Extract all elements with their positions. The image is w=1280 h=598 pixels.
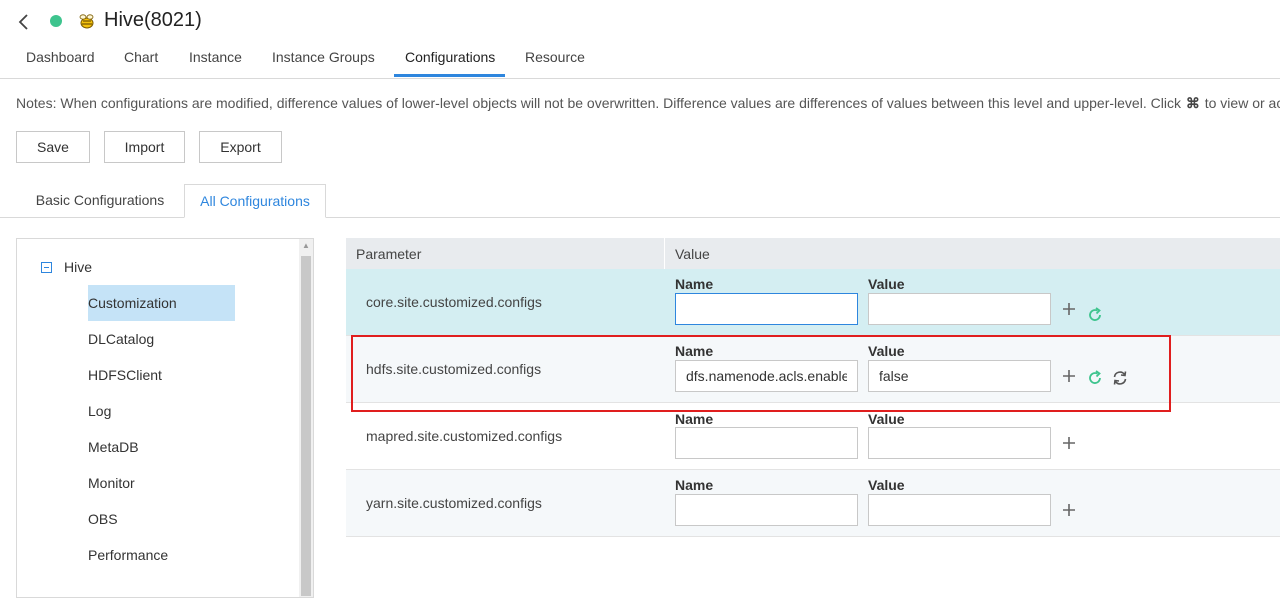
name-label: Name <box>675 276 714 292</box>
service-title: Hive(8021) <box>104 9 202 31</box>
tab-basic-configurations[interactable]: Basic Configurations <box>16 184 184 217</box>
parameter-name: core.site.customized.configs <box>366 294 542 310</box>
tree-item-label: Log <box>88 403 112 419</box>
tree-item-label: MetaDB <box>88 439 139 455</box>
save-button[interactable]: Save <box>16 131 90 163</box>
sync-icon[interactable] <box>1110 368 1130 388</box>
name-label: Name <box>675 343 714 359</box>
tree-item-hdfsclient[interactable]: HDFSClient <box>88 357 235 393</box>
col-value: Value <box>675 246 710 262</box>
value-label: Value <box>868 477 905 493</box>
parameter-name: hdfs.site.customized.configs <box>366 361 542 377</box>
top-nav: Dashboard Chart Instance Instance Groups… <box>0 40 1280 79</box>
tree-item-label: Monitor <box>88 475 135 491</box>
tree-item-dlcatalog[interactable]: DLCatalog <box>88 321 235 357</box>
value-input[interactable] <box>868 360 1051 392</box>
table-row: core.site.customized.configs Name Value <box>346 269 1280 336</box>
value-input[interactable] <box>868 494 1051 526</box>
tree-item-label: OBS <box>88 511 118 527</box>
add-icon[interactable] <box>1059 299 1079 319</box>
value-label: Value <box>868 276 905 292</box>
notes-after: to view or ac <box>1200 95 1280 111</box>
active-tab-indicator <box>394 74 505 77</box>
table-row: hdfs.site.customized.configs Name Value <box>346 336 1280 403</box>
import-button[interactable]: Import <box>104 131 185 163</box>
diff-view-icon[interactable]: ⌘ <box>1185 95 1201 112</box>
col-parameter: Parameter <box>356 246 422 262</box>
config-table: Parameter Value core.site.customized.con… <box>346 238 1280 538</box>
status-dot <box>50 15 62 27</box>
notes-text: Notes: When configurations are modified,… <box>16 95 1280 112</box>
parameter-name: yarn.site.customized.configs <box>366 495 542 511</box>
name-input[interactable] <box>675 293 858 325</box>
tab-instance-groups[interactable]: Instance Groups <box>272 49 375 65</box>
refresh-icon[interactable] <box>1085 368 1105 388</box>
name-input[interactable] <box>675 427 858 459</box>
tab-all-configurations[interactable]: All Configurations <box>184 184 326 218</box>
tree-root-hive[interactable]: Hive <box>64 259 92 275</box>
tree-item-customization[interactable]: Customization <box>88 285 235 321</box>
export-button[interactable]: Export <box>199 131 282 163</box>
tab-chart[interactable]: Chart <box>124 49 158 65</box>
value-input[interactable] <box>868 427 1051 459</box>
column-divider <box>664 238 665 269</box>
scroll-up-icon[interactable]: ▲ <box>302 241 310 250</box>
tree-item-label: Customization <box>88 295 177 311</box>
add-icon[interactable] <box>1059 500 1079 520</box>
name-input[interactable] <box>675 494 858 526</box>
tree-item-label: DLCatalog <box>88 331 155 347</box>
tab-instance[interactable]: Instance <box>189 49 242 65</box>
scrollbar-thumb[interactable] <box>301 256 311 596</box>
add-icon[interactable] <box>1059 366 1079 386</box>
tree-item-monitor[interactable]: Monitor <box>88 465 235 501</box>
config-tree: Hive Customization DLCatalog HDFSClient … <box>16 238 314 598</box>
tree-item-obs[interactable]: OBS <box>88 501 235 537</box>
tree-scrollbar[interactable]: ▲ <box>299 239 313 597</box>
tree-item-label: HDFSClient <box>88 367 162 383</box>
back-icon[interactable] <box>14 12 34 32</box>
add-icon[interactable] <box>1059 433 1079 453</box>
tree-item-metadb[interactable]: MetaDB <box>88 429 235 465</box>
notes-before: Notes: When configurations are modified,… <box>16 95 1185 111</box>
name-input[interactable] <box>675 360 858 392</box>
tree-item-performance[interactable]: Performance <box>88 537 235 573</box>
table-header: Parameter Value <box>346 238 1280 269</box>
tab-resource[interactable]: Resource <box>525 49 585 65</box>
hive-bee-icon <box>77 12 97 32</box>
value-label: Value <box>868 411 905 427</box>
parameter-name: mapred.site.customized.configs <box>366 428 563 444</box>
tree-item-log[interactable]: Log <box>88 393 235 429</box>
collapse-icon[interactable] <box>41 262 52 273</box>
value-input[interactable] <box>868 293 1051 325</box>
name-label: Name <box>675 477 714 493</box>
refresh-icon[interactable] <box>1085 305 1105 325</box>
tab-configurations[interactable]: Configurations <box>405 49 495 65</box>
value-label: Value <box>868 343 905 359</box>
table-row: yarn.site.customized.configs Name Value <box>346 470 1280 537</box>
tab-dashboard[interactable]: Dashboard <box>26 49 95 65</box>
tree-item-label: Performance <box>88 547 169 563</box>
name-label: Name <box>675 411 714 427</box>
table-row: mapred.site.customized.configs Name Valu… <box>346 403 1280 470</box>
